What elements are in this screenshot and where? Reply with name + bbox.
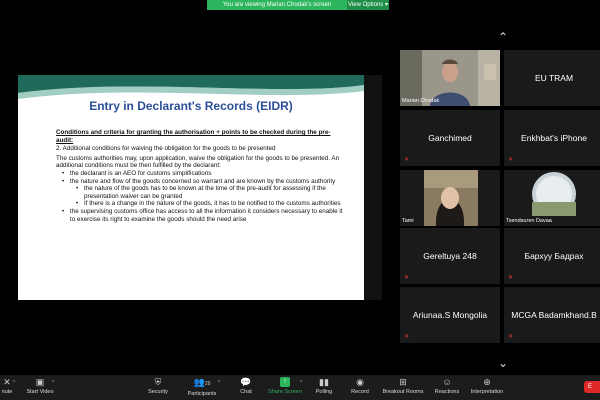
slide-bullet: the supervising customs office has acces… bbox=[56, 208, 346, 223]
end-meeting-button[interactable]: E bbox=[584, 381, 600, 393]
shield-icon: ⛨ bbox=[154, 377, 162, 387]
share-screen-button[interactable]: ↑ Share Screen bbox=[266, 376, 304, 400]
participant-tile-tsendsuren-davaa[interactable]: Tsendsuren Davaa bbox=[504, 170, 600, 226]
slide-paragraph: The customs authorities may, upon applic… bbox=[56, 154, 340, 170]
slide-bullet: the declarant is an AEO for customs simp… bbox=[56, 170, 346, 178]
record-icon: ◉ bbox=[356, 377, 364, 387]
muted-mic-icon: ✕ bbox=[508, 334, 514, 340]
participant-tile-barkhuu-badrakh[interactable]: Бархуу Бадрах ✕ bbox=[504, 228, 600, 284]
participant-name: Gereltuya 248 bbox=[423, 251, 477, 261]
participant-tile-tami[interactable]: Tami bbox=[400, 170, 500, 226]
shared-screen: Entry in Declarant's Records (EIDR) Cond… bbox=[18, 75, 382, 300]
breakout-rooms-button[interactable]: ⊞ Breakout Rooms bbox=[380, 376, 426, 400]
participant-name: Бархуу Бадрах bbox=[524, 251, 584, 261]
view-options-button[interactable]: View Options ▾ bbox=[347, 0, 389, 10]
muted-mic-icon: ✕ bbox=[404, 275, 410, 281]
participant-video bbox=[400, 170, 500, 226]
participant-tile-gereltuya-248[interactable]: Gereltuya 248 ✕ bbox=[400, 228, 500, 284]
gallery-up-arrow-icon[interactable]: ⌃ bbox=[494, 31, 512, 43]
participant-name: Ganchimed bbox=[428, 133, 472, 143]
interpretation-button[interactable]: ⊕ Interpretation bbox=[466, 376, 508, 400]
participant-name: Enkhbat's iPhone bbox=[521, 133, 587, 143]
participant-name: Tami bbox=[402, 218, 414, 224]
slide-subbullet: the nature of the goods has to be known … bbox=[56, 185, 346, 200]
share-screen-icon: ↑ bbox=[280, 377, 290, 387]
participant-tile-enkhbat-iphone[interactable]: Enkhbat's iPhone ✕ bbox=[504, 110, 600, 166]
presentation-slide: Entry in Declarant's Records (EIDR) Cond… bbox=[18, 75, 364, 300]
video-options-chevron-icon[interactable]: ^ bbox=[52, 380, 54, 386]
smiley-icon: ☺ bbox=[442, 377, 452, 387]
participant-name: MCGA Badamkhand.B bbox=[511, 310, 597, 320]
slide-bullet: the nature and flow of the goods concern… bbox=[56, 178, 346, 186]
reactions-button[interactable]: ☺ Reactions bbox=[430, 376, 464, 400]
participant-tile-marian-chodak[interactable]: Marian Chodak bbox=[400, 50, 500, 106]
globe-icon: ⊕ bbox=[483, 377, 491, 387]
participant-name: EU TRAM bbox=[534, 73, 574, 83]
muted-mic-icon: ✕ bbox=[508, 275, 514, 281]
slide-side-bar bbox=[364, 75, 382, 300]
viewing-banner: You are viewing Marian Chodak's screen V… bbox=[207, 0, 389, 10]
muted-mic-icon: ✕ bbox=[508, 157, 514, 163]
record-button[interactable]: ◉ Record bbox=[346, 376, 374, 400]
share-options-chevron-icon[interactable]: ^ bbox=[300, 380, 302, 386]
polling-button[interactable]: ▮▮ Polling bbox=[310, 376, 338, 400]
participant-name: Tsendsuren Davaa bbox=[506, 218, 552, 224]
chat-button[interactable]: 💬 Chat bbox=[234, 376, 258, 400]
chat-icon: 💬 bbox=[240, 377, 252, 387]
security-button[interactable]: ⛨ Security bbox=[143, 376, 173, 400]
muted-mic-icon: ✕ bbox=[404, 334, 410, 340]
participant-name: Ariunaa.S Mongolia bbox=[412, 310, 488, 320]
bar-chart-icon: ▮▮ bbox=[319, 377, 329, 387]
breakout-rooms-icon: ⊞ bbox=[399, 377, 407, 387]
mic-muted-icon: ✕ bbox=[3, 377, 11, 387]
participant-name: Marian Chodak bbox=[402, 98, 440, 104]
participant-tile-ariunaa-mongolia[interactable]: Ariunaa.S Mongolia ✕ bbox=[400, 287, 500, 343]
participants-icon: 👥29 bbox=[193, 377, 211, 387]
audio-options-chevron-icon[interactable]: ^ bbox=[13, 380, 15, 386]
slide-body: Conditions and criteria for granting the… bbox=[56, 129, 346, 223]
participant-tile-eu-tram[interactable]: EU TRAM bbox=[504, 50, 600, 106]
viewing-banner-text: You are viewing Marian Chodak's screen bbox=[207, 0, 347, 10]
slide-title: Entry in Declarant's Records (EIDR) bbox=[89, 99, 293, 113]
participants-count: 29 bbox=[204, 381, 211, 387]
slide-subbullet: If there is a change in the nature of th… bbox=[56, 200, 346, 208]
unmute-button[interactable]: ✕ nute bbox=[0, 376, 14, 400]
participants-options-chevron-icon[interactable]: ^ bbox=[218, 380, 220, 386]
slide-point: 2. Additional conditions for waiving the… bbox=[56, 145, 276, 153]
participants-button[interactable]: 👥29 Participants bbox=[182, 376, 222, 400]
participant-tile-mcga-badamkhand[interactable]: MCGA Badamkhand.B ✕ bbox=[504, 287, 600, 343]
slide-heading: Conditions and criteria for granting the… bbox=[56, 129, 331, 144]
muted-mic-icon: ✕ bbox=[404, 157, 410, 163]
gallery-down-arrow-icon[interactable]: ⌄ bbox=[494, 357, 512, 369]
participant-tile-ganchimed[interactable]: Ganchimed ✕ bbox=[400, 110, 500, 166]
